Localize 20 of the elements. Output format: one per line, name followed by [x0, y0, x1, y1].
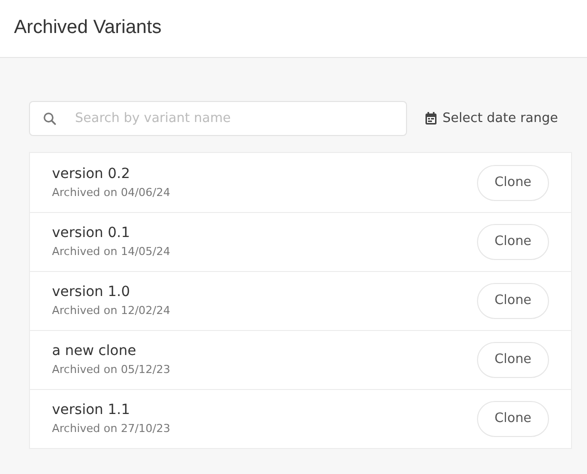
clone-button[interactable]: Clone	[477, 224, 549, 260]
search-icon	[43, 112, 56, 125]
date-range-button[interactable]: Select date range	[424, 108, 558, 128]
archived-date: Archived on 14/05/24	[52, 244, 170, 260]
variant-name: version 0.1	[52, 224, 131, 243]
archived-date: Archived on 27/10/23	[52, 421, 170, 437]
archived-date: Archived on 05/12/23	[52, 362, 170, 378]
archived-date: Archived on 04/06/24	[52, 184, 170, 200]
clone-button[interactable]: Clone	[477, 283, 549, 319]
variant-name: version 0.2	[52, 164, 131, 184]
clone-button[interactable]: Clone	[477, 401, 549, 437]
clone-button[interactable]: Clone	[477, 342, 549, 378]
archived-date: Archived on 12/02/24	[52, 303, 170, 319]
variant-name: a new clone	[52, 342, 138, 361]
clone-button[interactable]: Clone	[477, 164, 549, 200]
search-field[interactable]: Search by variant name	[29, 101, 407, 136]
variant-name: version 1.0	[52, 283, 131, 302]
variant-name: version 1.1	[52, 401, 131, 420]
page-title: Archived Variants	[14, 16, 162, 40]
calendar-icon	[424, 112, 437, 125]
